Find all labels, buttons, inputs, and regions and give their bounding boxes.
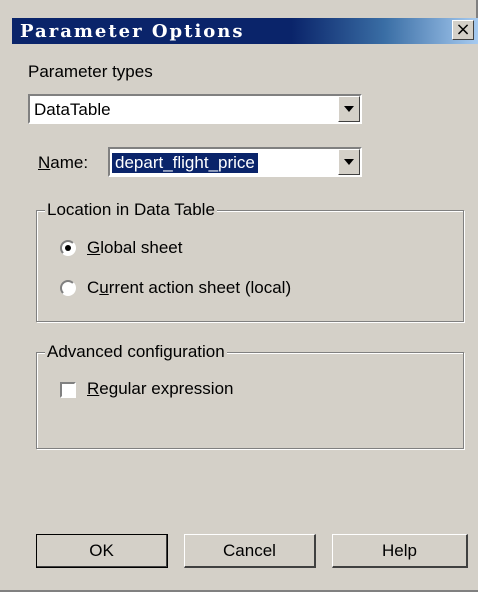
name-select[interactable]: depart_flight_price — [108, 147, 362, 177]
location-group-title: Location in Data Table — [45, 200, 217, 220]
name-dropdown-button[interactable] — [338, 149, 360, 175]
current-action-sheet-label[interactable]: Current action sheet (local) — [87, 278, 291, 298]
advanced-configuration-title: Advanced configuration — [45, 342, 227, 362]
current-action-sheet-radio[interactable] — [60, 280, 76, 296]
parameter-types-value: DataTable — [34, 100, 111, 119]
parameter-types-select[interactable]: DataTable — [28, 94, 362, 124]
cancel-button[interactable]: Cancel — [184, 534, 316, 568]
global-sheet-radio[interactable] — [60, 240, 76, 256]
close-icon: × — [455, 19, 471, 40]
ok-button[interactable]: OK — [36, 534, 168, 568]
close-button[interactable]: × — [452, 20, 474, 40]
global-sheet-label[interactable]: Global sheet — [87, 238, 182, 258]
parameter-types-label: Parameter types — [28, 62, 153, 81]
advanced-configuration-group: Advanced configuration Regular expressio… — [36, 342, 464, 449]
parameter-options-dialog: Parameter Options × Parameter types Data… — [0, 0, 478, 592]
chevron-down-icon — [344, 106, 354, 112]
dialog-title: Parameter Options — [20, 21, 245, 42]
name-label: Name: — [38, 153, 89, 172]
parameter-types-dropdown-button[interactable] — [338, 96, 360, 122]
name-value: depart_flight_price — [112, 153, 258, 173]
dialog-body: Parameter types DataTable Name: depart_f… — [12, 44, 478, 590]
regular-expression-checkbox[interactable] — [60, 382, 76, 398]
chevron-down-icon — [344, 159, 354, 165]
help-button[interactable]: Help — [332, 534, 468, 568]
location-group: Location in Data Table Global sheet Curr… — [36, 200, 464, 322]
regular-expression-label[interactable]: Regular expression — [87, 379, 233, 399]
title-bar[interactable]: Parameter Options × — [12, 18, 478, 44]
radio-selected-dot — [65, 245, 71, 251]
